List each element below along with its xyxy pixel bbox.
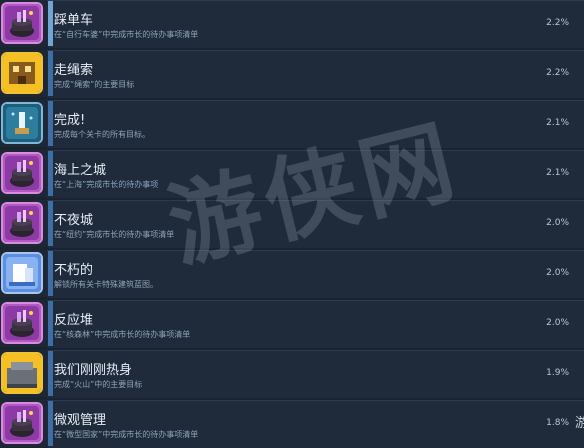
achievement-row: 完成! 完成每个关卡的所有目标。 2.1% [0, 100, 584, 148]
unlock-percentage: 2.1% [546, 118, 569, 128]
progress-bar [48, 401, 53, 446]
progress-bar [48, 101, 53, 146]
progress-bar [48, 1, 53, 46]
achievement-title: 我们刚刚热身 [54, 363, 133, 378]
achievement-row: 我们刚刚热身完成“火山”中的主要目标 1.9% [0, 350, 584, 398]
achievement-row: 海上之城在“上海”完成市长的待办事项 2.1% [0, 150, 584, 198]
achievement-description: 在“自行车婆”中完成市长的待办事项清单 [54, 30, 199, 39]
achievement-panel [47, 200, 584, 248]
blueprint-icon [1, 252, 43, 294]
unlock-percentage: 2.0% [546, 318, 569, 328]
purple-cauldron-icon [1, 202, 43, 244]
progress-bar [48, 301, 53, 346]
achievement-title: 踩单车 [54, 13, 94, 28]
achievement-panel [47, 300, 584, 348]
progress-bar [48, 151, 53, 196]
unlock-percentage: 2.0% [546, 218, 569, 228]
unlock-percentage: 2.2% [546, 68, 569, 78]
achievement-title: 反应堆 [54, 313, 94, 328]
achievement-description: 完成“火山”中的主要目标 [54, 380, 143, 389]
achievement-title: 完成! [54, 113, 86, 128]
progress-bar [48, 351, 53, 396]
progress-bar [48, 251, 53, 296]
purple-cauldron-icon [1, 152, 43, 194]
achievement-description: 在“核森林”中完成市长的待办事项清单 [54, 330, 191, 339]
achievement-panel [47, 400, 584, 448]
purple-cauldron-icon [1, 302, 43, 344]
achievement-panel [47, 250, 584, 298]
achievement-panel [47, 0, 584, 48]
achievement-row: 反应堆在“核森林”中完成市长的待办事项清单 2.0% [0, 300, 584, 348]
trophy-icon [1, 102, 43, 144]
unlock-percentage: 2.0% [546, 268, 569, 278]
achievement-description: 解锁所有关卡特殊建筑蓝图。 [54, 280, 158, 289]
unlock-percentage: 1.8% [546, 418, 569, 428]
achievement-description: 在“纽约”完成市长的待办事项清单 [54, 230, 175, 239]
achievement-title: 微观管理 [54, 413, 107, 428]
unlock-percentage: 2.1% [546, 168, 569, 178]
achievement-panel [47, 50, 584, 98]
edge-watermark-char: 游 [574, 416, 584, 431]
achievement-row: 不夜城在“纽约”完成市长的待办事项清单 2.0% [0, 200, 584, 248]
unlock-percentage: 1.9% [546, 368, 569, 378]
achievement-description: 完成“绳索”的主要目标 [54, 80, 135, 89]
achievement-description: 在“上海”完成市长的待办事项 [54, 180, 159, 189]
progress-bar [48, 201, 53, 246]
achievement-row: 走绳索完成“绳索”的主要目标 2.2% [0, 50, 584, 98]
achievement-description: 完成每个关卡的所有目标。 [54, 130, 150, 139]
achievement-title: 不夜城 [54, 213, 94, 228]
achievement-title: 海上之城 [54, 163, 107, 178]
achievement-title: 不朽的 [54, 263, 94, 278]
purple-cauldron-icon [1, 402, 43, 444]
yellow-building-icon [1, 52, 43, 94]
unlock-percentage: 2.2% [546, 18, 569, 28]
achievement-description: 在“微型国家”中完成市长的待办事项清单 [54, 430, 199, 439]
purple-cauldron-icon [1, 2, 43, 44]
achievement-title: 走绳索 [54, 63, 94, 78]
achievement-panel [47, 150, 584, 198]
achievement-panel [47, 100, 584, 148]
achievement-row: 微观管理在“微型国家”中完成市长的待办事项清单 1.8% [0, 400, 584, 448]
progress-bar [48, 51, 53, 96]
achievement-row: 不朽的解锁所有关卡特殊建筑蓝图。 2.0% [0, 250, 584, 298]
achievement-row: 踩单车在“自行车婆”中完成市长的待办事项清单 2.2% [0, 0, 584, 48]
yellow-volcano-building-icon [1, 352, 43, 394]
